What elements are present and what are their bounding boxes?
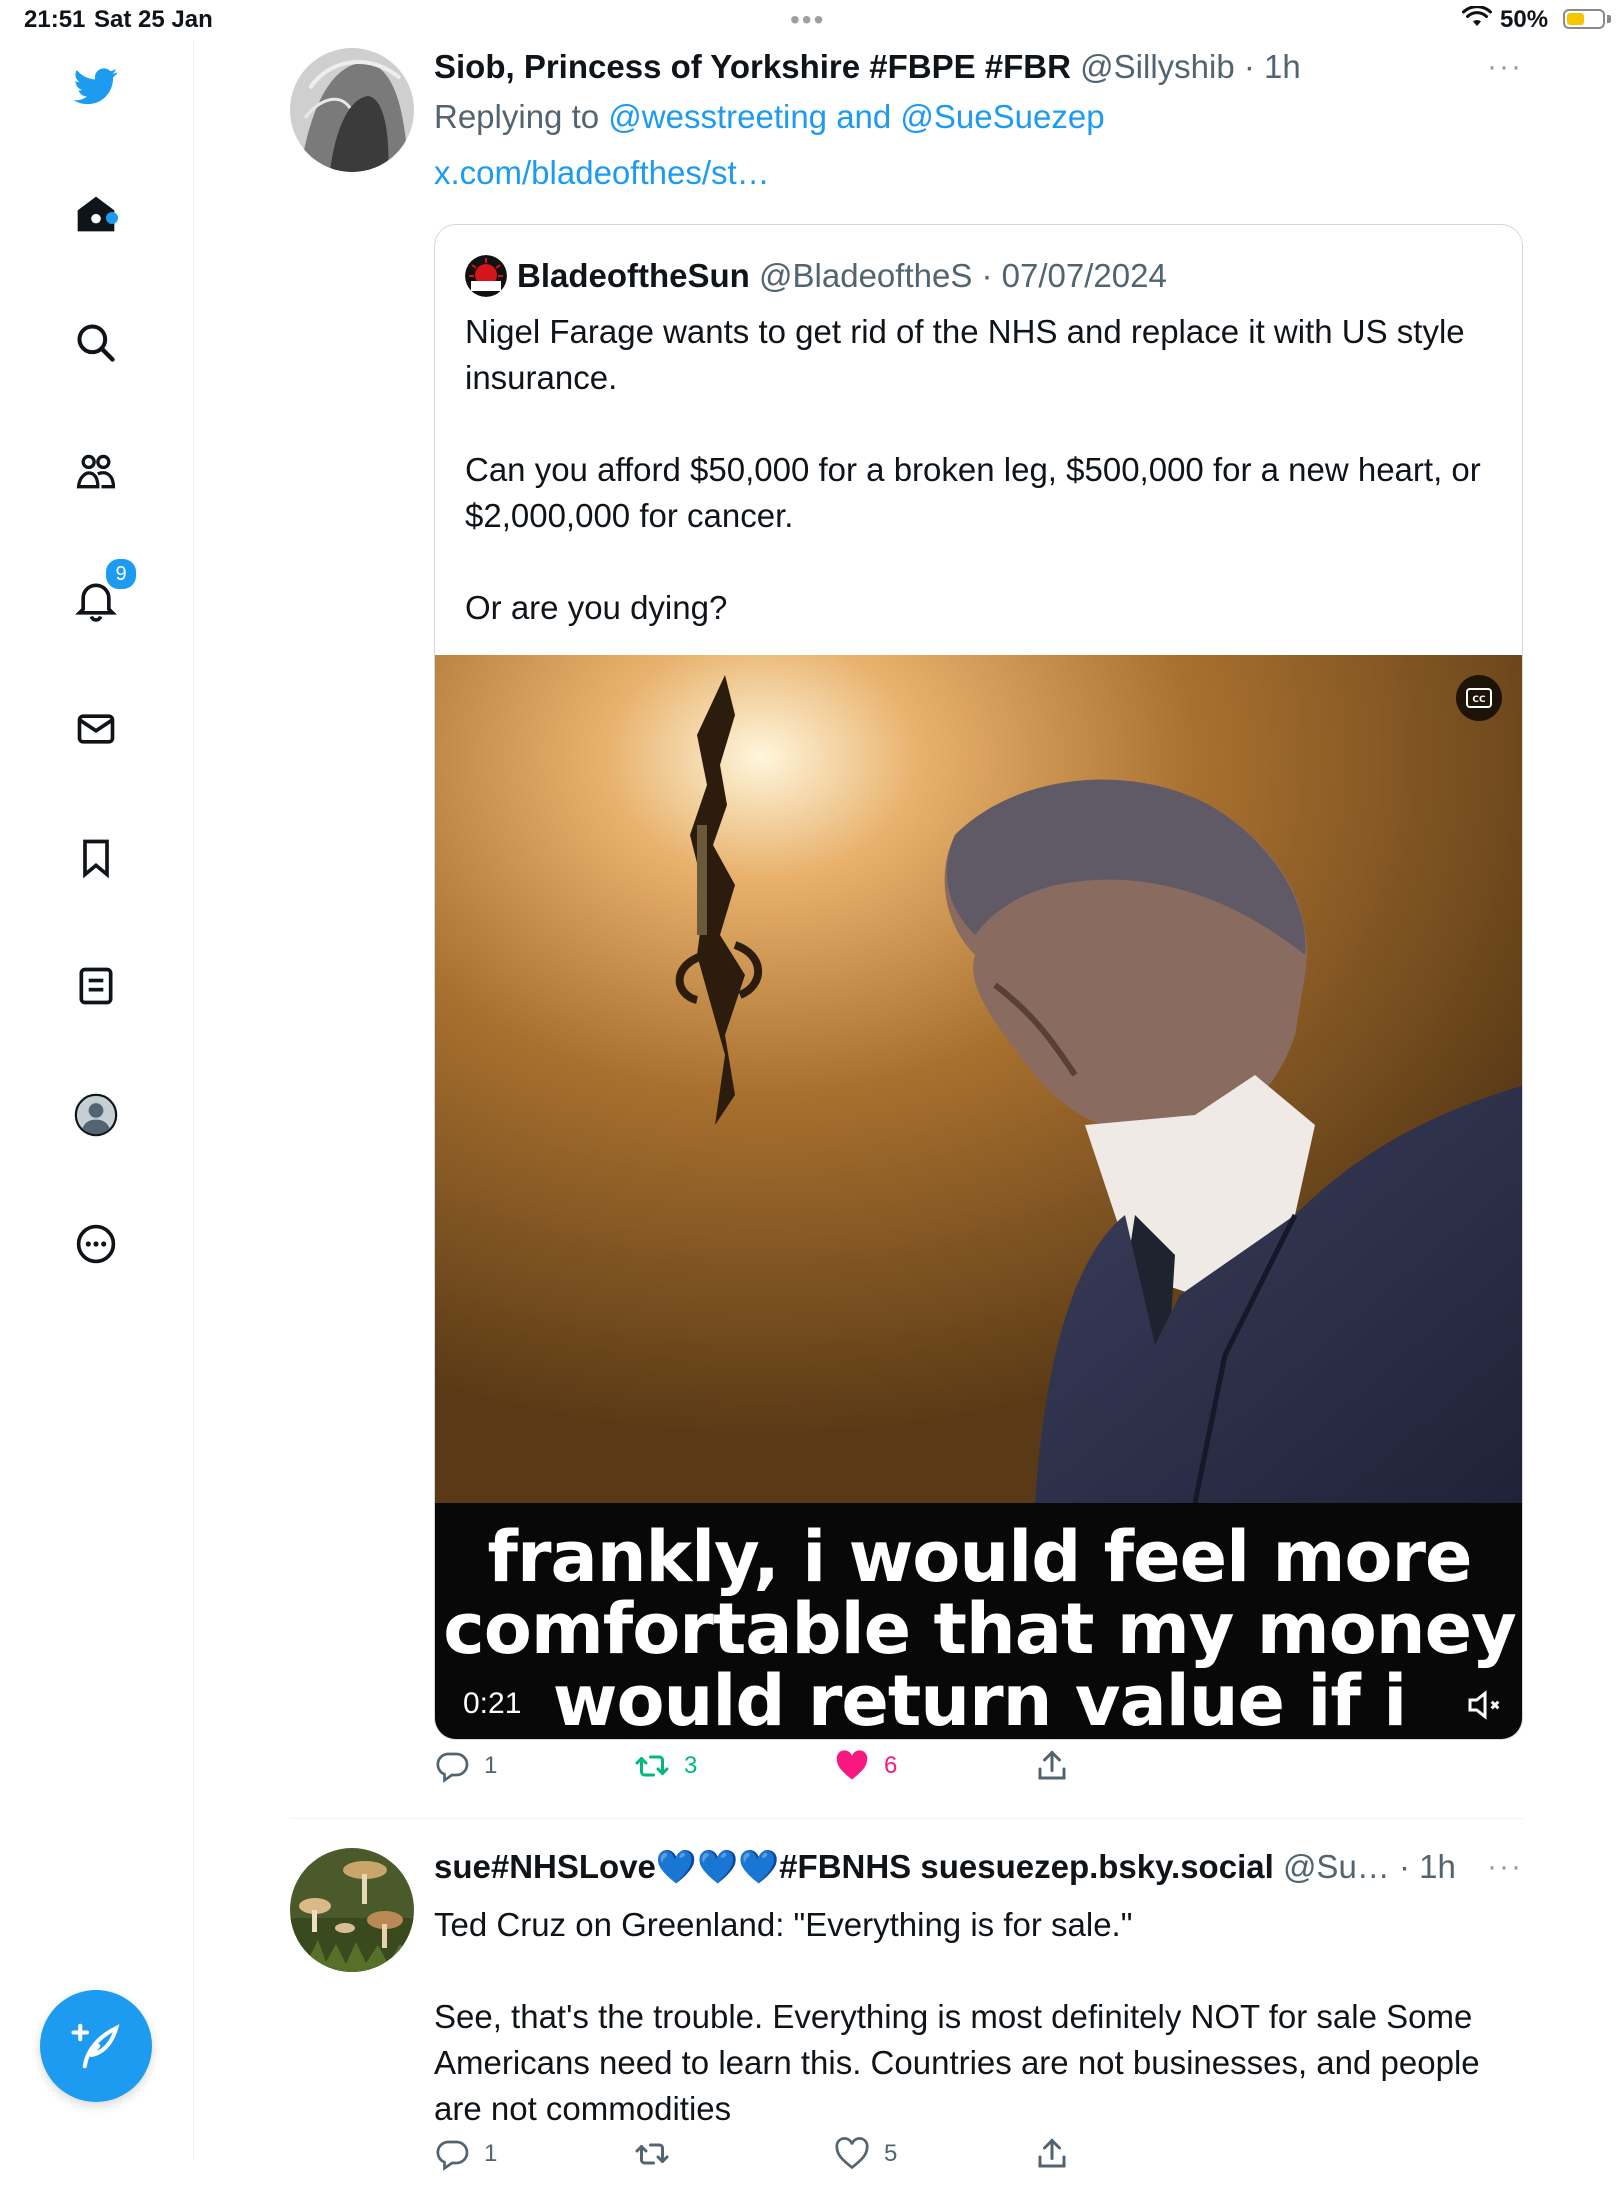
battery-icon <box>1563 9 1605 29</box>
tweet-header: sue#NHSLove💙💙💙#FBNHS suesuezep.bsky.soci… <box>434 1848 1456 1887</box>
reply-icon <box>436 1752 469 1783</box>
share-icon <box>1038 2138 1066 2168</box>
tweet-divider <box>290 1818 1523 1819</box>
list-icon[interactable] <box>72 962 120 1010</box>
author-handle-time[interactable]: @Su… · 1h <box>1283 1848 1456 1885</box>
quote-text: Nigel Farage wants to get rid of the NHS… <box>465 309 1495 677</box>
retweet-button[interactable] <box>634 2136 684 2172</box>
status-bar: 21:51 Sat 25 Jan ••• 50% <box>0 0 1620 40</box>
author-handle-time[interactable]: @Sillyshib · 1h <box>1080 48 1301 85</box>
like-count: 5 <box>884 2140 898 2167</box>
share-icon <box>1038 1750 1066 1780</box>
multitasking-dots-icon[interactable]: ••• <box>790 4 825 36</box>
author-name[interactable]: sue#NHSLove💙💙💙#FBNHS suesuezep.bsky.soci… <box>434 1848 1274 1885</box>
reply-count: 1 <box>484 2140 498 2167</box>
compose-feather-icon <box>71 2023 120 2069</box>
like-button[interactable]: 6 <box>834 1748 897 1784</box>
reply-count: 1 <box>484 1752 498 1779</box>
quote-paragraph: Can you afford $50,000 for a broken leg,… <box>465 451 1481 534</box>
compose-button[interactable] <box>40 1990 152 2102</box>
tweet-paragraph: Ted Cruz on Greenland: "Everything is fo… <box>434 1906 1133 1943</box>
status-time: 21:51 <box>24 6 86 33</box>
more-circle-icon[interactable] <box>72 1220 120 1268</box>
reply-button[interactable]: 1 <box>434 1748 497 1784</box>
battery-percent: 50% <box>1500 6 1549 33</box>
more-options-icon[interactable]: ··· <box>1487 1850 1523 1884</box>
muted-speaker-icon[interactable] <box>1465 1685 1505 1725</box>
share-button[interactable] <box>1034 2136 1084 2172</box>
retweet-icon <box>635 1755 669 1777</box>
avatar-icon[interactable] <box>72 1091 120 1139</box>
replying-to-users[interactable]: @wesstreeting and @SueSuezep <box>608 98 1104 135</box>
tweet-actions: 1 3 6 <box>434 1748 1523 1798</box>
tweet[interactable]: Siob, Princess of Yorkshire #FBPE #FBR @… <box>290 48 1523 1788</box>
quote-author-name[interactable]: BladeoftheSun <box>517 257 750 295</box>
like-button[interactable]: 5 <box>834 2136 897 2172</box>
people-icon[interactable] <box>72 448 120 496</box>
quote-handle-date[interactable]: @BladeoftheS · 07/07/2024 <box>759 257 1167 295</box>
video-player[interactable]: frankly, i would feel more comfortable t… <box>435 655 1522 1740</box>
replying-to: Replying to @wesstreeting and @SueSuezep <box>434 98 1105 136</box>
reply-button[interactable]: 1 <box>434 2136 497 2172</box>
heart-filled-icon <box>836 1750 868 1780</box>
battery-tip <box>1607 15 1611 23</box>
author-name[interactable]: Siob, Princess of Yorkshire #FBPE #FBR <box>434 48 1071 85</box>
retweet-icon <box>635 2143 669 2165</box>
avatar[interactable] <box>290 1848 414 1972</box>
more-options-icon[interactable]: ··· <box>1487 50 1523 84</box>
quoted-tweet[interactable]: BladeoftheSun @BladeoftheS · 07/07/2024 … <box>434 224 1523 1740</box>
retweet-count: 3 <box>684 1752 698 1779</box>
svg-text:CC: CC <box>1472 695 1486 705</box>
tweet-paragraph: See, that's the trouble. Everything is m… <box>434 1998 1480 2127</box>
tweet[interactable]: sue#NHSLove💙💙💙#FBNHS suesuezep.bsky.soci… <box>290 1848 1523 2171</box>
like-count: 6 <box>884 1752 898 1779</box>
video-frame <box>435 655 1522 1504</box>
video-duration: 0:21 <box>463 1687 522 1720</box>
quote-paragraph: Nigel Farage wants to get rid of the NHS… <box>465 313 1465 396</box>
tweet-link[interactable]: x.com/bladeofthes/st… <box>434 154 770 192</box>
battery-level <box>1567 13 1584 25</box>
bookmark-icon[interactable] <box>72 834 120 882</box>
search-icon[interactable] <box>72 319 120 367</box>
bird-icon[interactable] <box>72 62 120 110</box>
video-caption: frankly, i would feel more comfortable t… <box>443 1516 1517 1740</box>
sidebar: 9 <box>0 40 194 2160</box>
retweet-button[interactable]: 3 <box>634 1748 697 1784</box>
mail-icon[interactable] <box>72 705 120 753</box>
home-unread-dot <box>106 212 118 224</box>
reply-icon <box>436 2140 469 2171</box>
quote-paragraph: Or are you dying? <box>465 589 728 626</box>
quote-header: BladeoftheSun @BladeoftheS · 07/07/2024 <box>465 255 1167 297</box>
avatar[interactable] <box>290 48 414 172</box>
heart-outline-icon <box>835 2137 869 2170</box>
notifications-badge: 9 <box>104 557 138 591</box>
wifi-icon <box>1462 6 1492 26</box>
closed-captions-icon[interactable]: CC <box>1456 675 1502 721</box>
status-date: Sat 25 Jan <box>94 6 213 33</box>
tweet-actions: 1 5 <box>434 2136 1523 2186</box>
tweet-header: Siob, Princess of Yorkshire #FBPE #FBR @… <box>434 48 1301 86</box>
quote-avatar[interactable] <box>465 255 507 297</box>
share-button[interactable] <box>1034 1748 1084 1784</box>
replying-prefix: Replying to <box>434 98 609 135</box>
